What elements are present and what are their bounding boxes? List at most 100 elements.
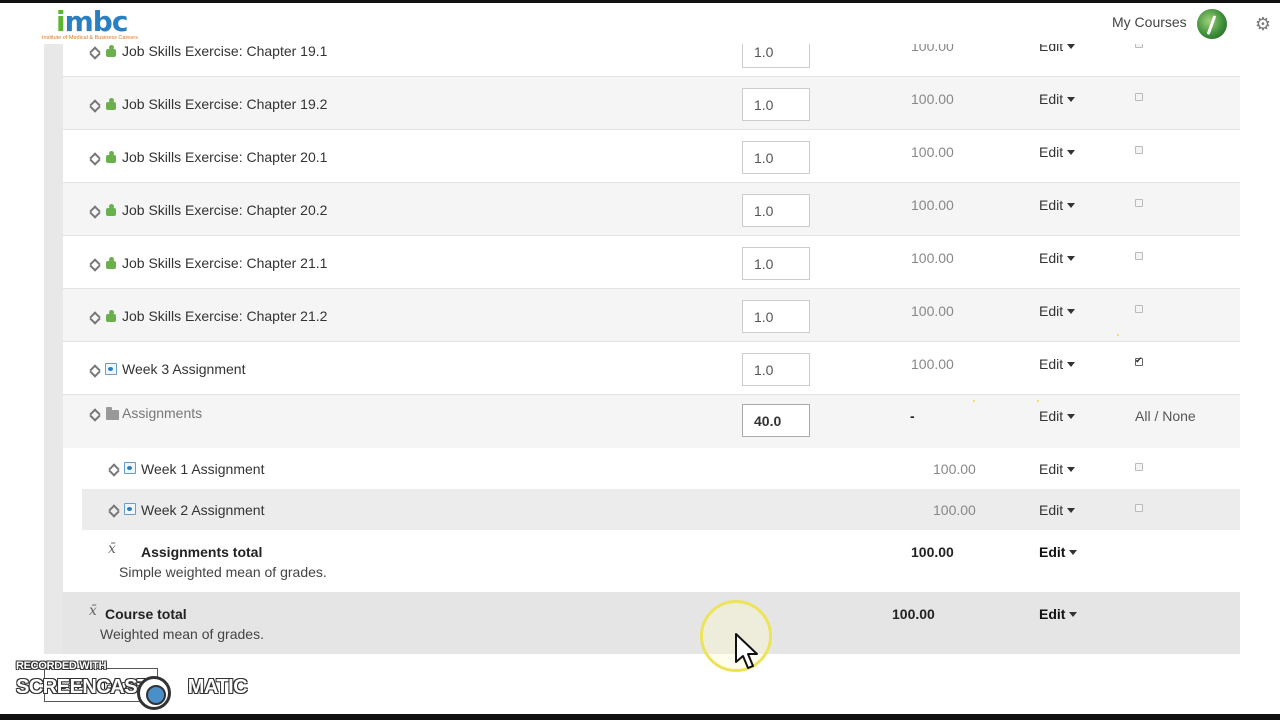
grade-item-name[interactable]: Week 1 Assignment (141, 461, 264, 477)
screencast-logo-icon (137, 676, 171, 710)
edit-menu-button[interactable]: Edit (1039, 408, 1076, 424)
category-max-grade: - (910, 408, 915, 424)
edit-menu-button[interactable]: Edit (1039, 606, 1078, 622)
logo-wordmark: imbc (56, 5, 128, 38)
grade-item-name[interactable]: Job Skills Exercise: Chapter 21.1 (122, 255, 327, 271)
move-handle-icon[interactable] (89, 364, 101, 376)
edit-menu-button[interactable]: Edit (1039, 544, 1078, 560)
category-total-max-grade: 100.00 (911, 544, 954, 560)
move-handle-icon[interactable] (108, 504, 120, 516)
watermark-brand-left: SCREENCAST (16, 676, 149, 698)
select-checkbox[interactable] (1135, 199, 1143, 207)
caret-down-icon (1069, 611, 1078, 617)
user-avatar-icon[interactable] (1197, 9, 1227, 39)
select-checkbox[interactable] (1135, 504, 1143, 512)
category-weight-input[interactable] (742, 404, 810, 437)
edit-menu-button[interactable]: Edit (1039, 250, 1076, 266)
select-checkbox[interactable] (1135, 252, 1143, 260)
assignment-icon (124, 503, 136, 515)
course-total-max-grade: 100.00 (892, 606, 935, 622)
logo-subtitle: Institute of Medical & Business Careers (42, 35, 138, 41)
grade-item-row: Week 3 Assignment 100.00 Edit (63, 342, 1240, 395)
max-grade-value: 100.00 (933, 461, 976, 477)
select-checkbox[interactable] (1135, 305, 1143, 313)
select-checkbox[interactable] (1135, 146, 1143, 154)
course-total-row: x̄ Course total Weighted mean of grades. 10… (63, 592, 1240, 654)
category-total-description: Simple weighted mean of grades. (119, 564, 327, 580)
edit-menu-button[interactable]: Edit (1039, 461, 1076, 477)
watermark-brand-right: MATIC (187, 676, 248, 698)
grade-item-name[interactable]: Job Skills Exercise: Chapter 19.1 (122, 43, 327, 59)
weight-input[interactable] (742, 300, 810, 333)
category-name[interactable]: Assignments (122, 405, 202, 421)
grade-item-name[interactable]: Week 2 Assignment (141, 502, 264, 518)
edit-label: Edit (1039, 408, 1064, 424)
cursor-trail-dot (1037, 400, 1039, 402)
edit-menu-button[interactable]: Edit (1039, 356, 1076, 372)
grade-item-row: Job Skills Exercise: Chapter 20.2 100.00 E… (63, 183, 1240, 236)
edit-menu-button[interactable]: Edit (1039, 144, 1076, 160)
assignment-icon (124, 462, 136, 474)
max-grade-value: 100.00 (911, 91, 954, 107)
mouse-pointer-icon (735, 633, 758, 669)
caret-down-icon (1067, 202, 1076, 208)
edit-label: Edit (1039, 461, 1064, 477)
my-courses-link[interactable]: My Courses (1112, 14, 1187, 30)
move-handle-icon[interactable] (89, 205, 101, 217)
select-checkbox[interactable] (1135, 463, 1143, 471)
select-checkbox[interactable] (1135, 93, 1143, 101)
edit-label: Edit (1039, 606, 1066, 622)
edit-menu-button[interactable]: Edit (1039, 502, 1076, 518)
screencast-watermark: RECORDED WITH SCREENCAST MATIC (16, 660, 248, 710)
caret-down-icon (1067, 255, 1076, 261)
caret-down-icon (1067, 361, 1076, 367)
max-grade-value: 100.00 (911, 303, 954, 319)
move-handle-icon[interactable] (89, 46, 101, 58)
category-total-row: x̄ Assignments total Simple weighted mean … (82, 530, 1240, 592)
edit-label: Edit (1039, 250, 1064, 266)
move-handle-icon[interactable] (89, 408, 101, 420)
move-handle-icon[interactable] (89, 99, 101, 111)
weight-input[interactable] (742, 194, 810, 227)
weight-input[interactable] (742, 353, 810, 386)
caret-down-icon (1067, 507, 1076, 513)
edit-label: Edit (1039, 544, 1066, 560)
caret-down-icon (1067, 149, 1076, 155)
imbc-logo[interactable]: imbc Institute of Medical & Business Car… (42, 8, 142, 42)
edit-menu-button[interactable]: Edit (1039, 197, 1076, 213)
caret-down-icon (1069, 549, 1078, 555)
grade-item-name[interactable]: Job Skills Exercise: Chapter 20.1 (122, 149, 327, 165)
grade-item-name[interactable]: Job Skills Exercise: Chapter 21.2 (122, 308, 327, 324)
move-handle-icon[interactable] (89, 311, 101, 323)
max-grade-value: 100.00 (911, 356, 954, 372)
edit-label: Edit (1039, 303, 1064, 319)
grade-category-row: Assignments - Edit All / None (63, 395, 1240, 448)
edit-menu-button[interactable]: Edit (1039, 91, 1076, 107)
puzzle-icon (105, 310, 117, 322)
grade-item-name[interactable]: Job Skills Exercise: Chapter 20.2 (122, 202, 327, 218)
sigma-icon: x̄ (89, 603, 97, 619)
move-handle-icon[interactable] (108, 463, 120, 475)
edit-label: Edit (1039, 144, 1064, 160)
weight-input[interactable] (742, 141, 810, 174)
gear-icon[interactable]: ⚙ (1253, 14, 1273, 34)
caret-down-icon (1067, 466, 1076, 472)
move-handle-icon[interactable] (89, 258, 101, 270)
select-all-none-link[interactable]: All / None (1135, 408, 1196, 424)
grade-item-name[interactable]: Week 3 Assignment (122, 361, 245, 377)
move-handle-icon[interactable] (89, 152, 101, 164)
edit-menu-button[interactable]: Edit (1039, 303, 1076, 319)
folder-icon (106, 407, 119, 420)
select-checkbox[interactable] (1135, 355, 1143, 366)
sigma-icon: x̄ (108, 541, 116, 557)
top-navbar: imbc Institute of Medical & Business Car… (0, 0, 1280, 44)
weight-input[interactable] (742, 88, 810, 121)
watermark-brand: SCREENCAST MATIC (16, 676, 248, 699)
weight-input[interactable] (742, 247, 810, 280)
max-grade-value: 100.00 (911, 144, 954, 160)
course-total-description: Weighted mean of grades. (100, 626, 264, 642)
puzzle-icon (105, 257, 117, 269)
puzzle-icon (105, 204, 117, 216)
edit-label: Edit (1039, 502, 1064, 518)
grade-item-name[interactable]: Job Skills Exercise: Chapter 19.2 (122, 96, 327, 112)
